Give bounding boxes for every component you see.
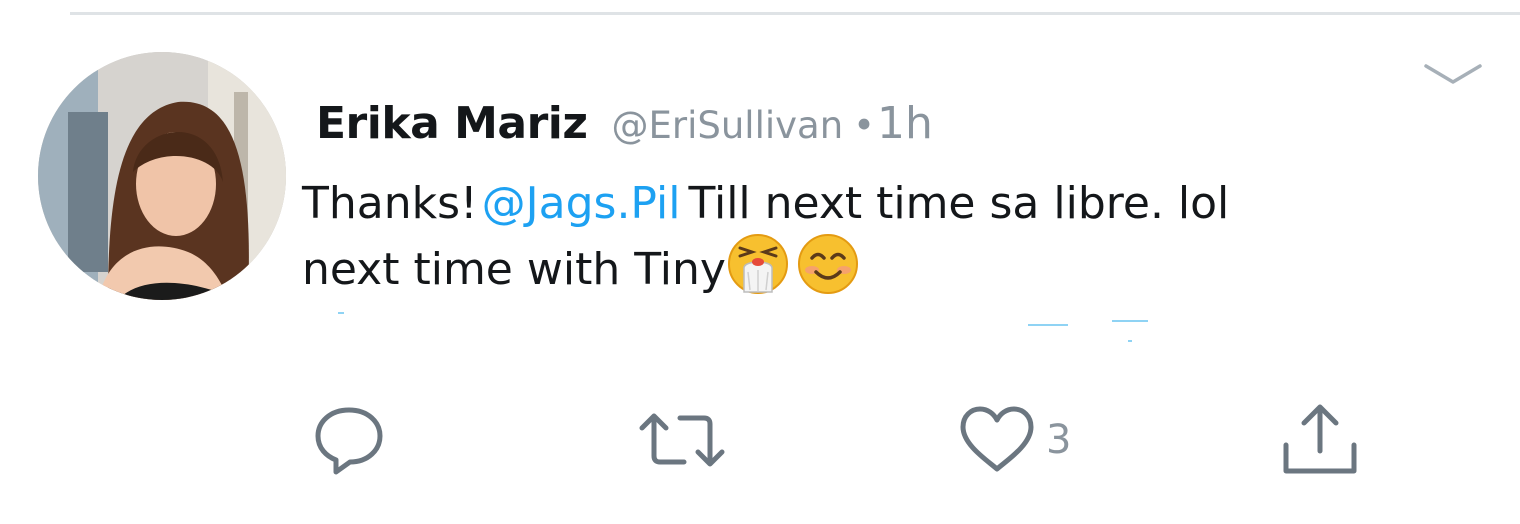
artifact-speck [1112, 320, 1148, 322]
tweet-text-prefix: Thanks! [302, 178, 478, 229]
avatar[interactable] [38, 52, 286, 300]
mention-link[interactable]: @Jags.Pil [482, 178, 681, 229]
tweet-text-line2: next time with Tiny [302, 244, 726, 295]
tweet-header: Erika Mariz @EriSullivan • 1h [316, 98, 933, 158]
retweet-icon [636, 410, 728, 470]
author-name[interactable]: Erika Mariz [316, 98, 588, 149]
reply-icon [312, 402, 386, 478]
tweet-text: Thanks!@Jags.Pil Till next time sa libre.… [302, 176, 1452, 298]
tweet-actions: 3 [0, 395, 1520, 485]
share-icon [1280, 401, 1360, 479]
retweet-button[interactable] [636, 395, 728, 485]
artifact-speck [1028, 324, 1068, 326]
artifact-speck [1128, 340, 1132, 342]
tweet-timestamp[interactable]: 1h [877, 98, 933, 149]
share-button[interactable] [1280, 395, 1360, 485]
chevron-down-icon[interactable] [1422, 60, 1484, 90]
like-button[interactable]: 3 [958, 395, 1071, 485]
smiling-face-emoji-icon [796, 232, 860, 296]
sneezing-face-emoji-icon [726, 232, 790, 296]
separator-dot: • [853, 104, 875, 147]
artifact-speck [338, 312, 344, 314]
author-handle[interactable]: @EriSullivan [611, 104, 843, 147]
like-count: 3 [1046, 417, 1072, 463]
top-divider [70, 12, 1520, 15]
heart-icon [958, 405, 1036, 475]
reply-button[interactable] [312, 395, 386, 485]
tweet-text-line1: Till next time sa libre. lol [688, 178, 1230, 229]
